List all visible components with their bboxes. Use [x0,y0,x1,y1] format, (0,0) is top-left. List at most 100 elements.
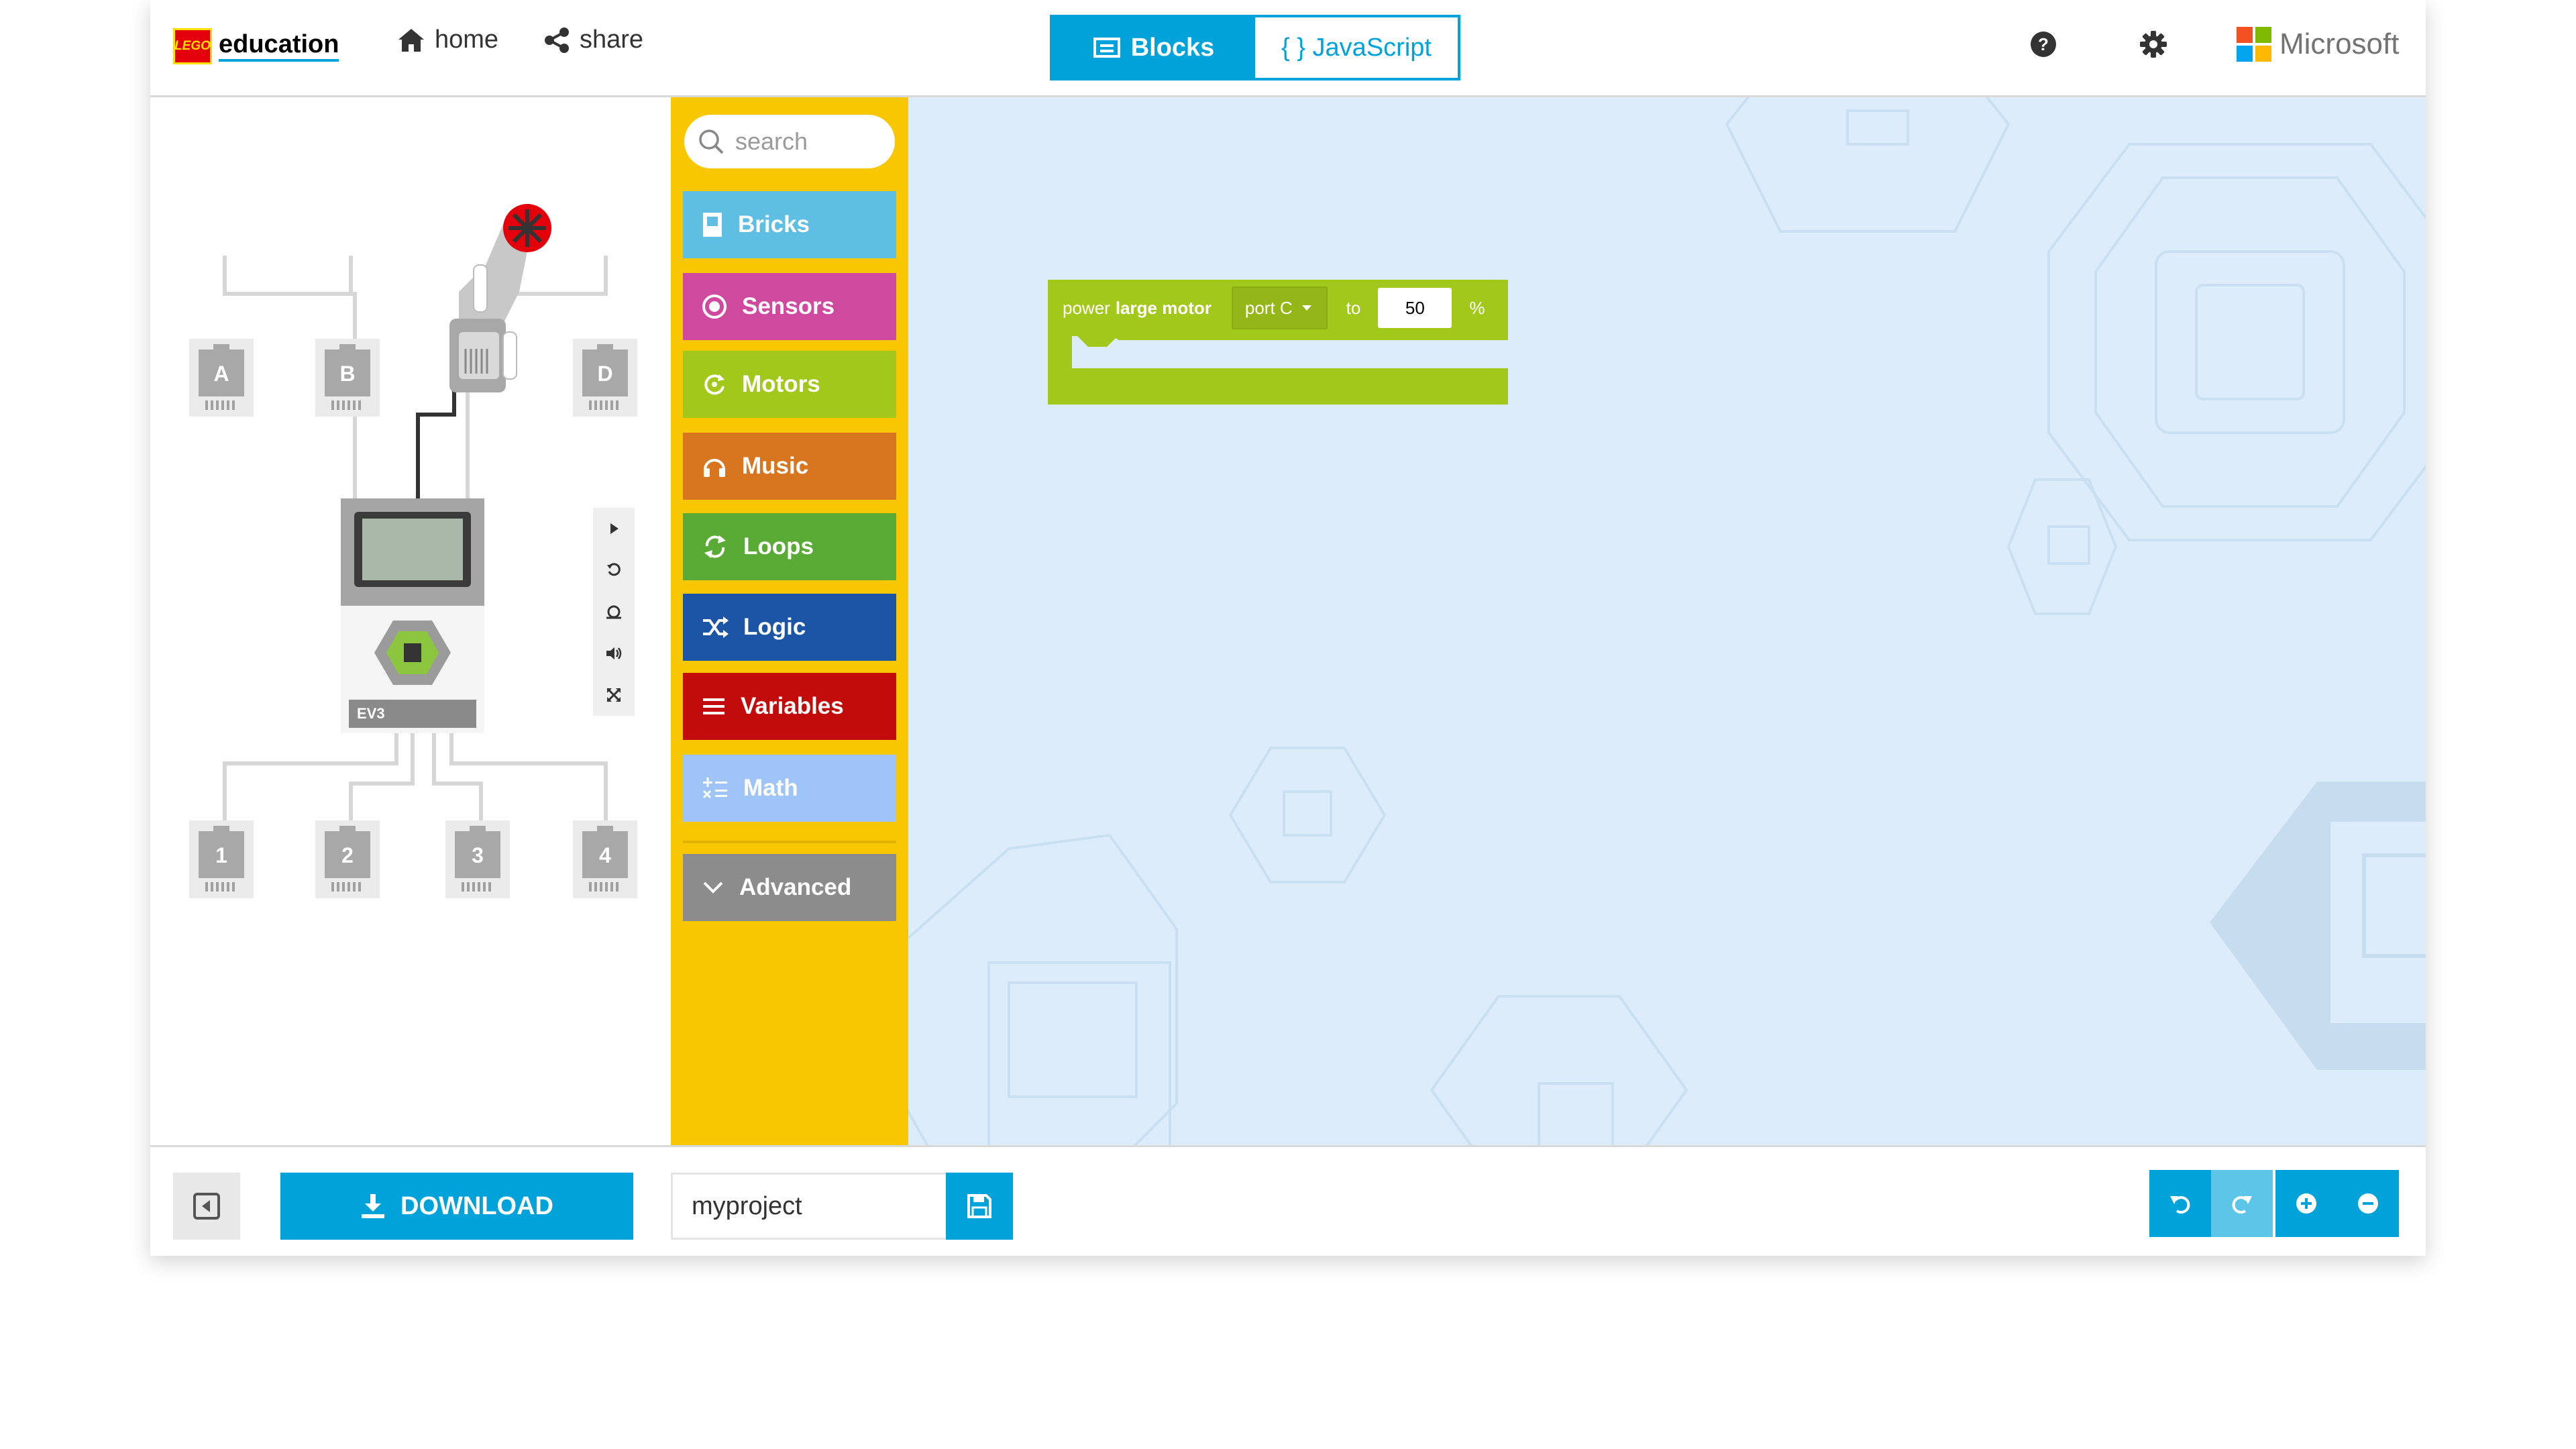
port-label: B [339,362,356,386]
workspace-background-pattern [908,97,2426,1145]
wire [349,256,353,296]
caret-down-icon [1301,305,1311,311]
zoom-out-button[interactable] [2337,1170,2399,1237]
wire [604,256,608,296]
category-motors[interactable]: Motors [683,351,896,418]
brick-screen [354,512,471,587]
project-name-field[interactable] [671,1173,946,1240]
tab-blocks[interactable]: Blocks [1053,17,1255,78]
microsoft-grid-icon [2237,27,2271,62]
restart-icon[interactable] [593,549,635,591]
help-icon[interactable]: ? [2030,31,2057,58]
category-variables[interactable]: Variables [683,673,896,740]
input-port-1[interactable]: 1 [189,820,254,898]
speed-value-input[interactable]: 50 [1378,288,1452,328]
floppy-disk-icon [967,1194,991,1218]
wire [223,761,397,765]
brick-icon [703,213,722,237]
download-button[interactable]: DOWNLOAD [280,1173,633,1240]
wire [411,733,415,786]
block-statement-slot [1072,336,1508,368]
settings-gear-icon[interactable] [2140,31,2167,58]
port-label: A [213,362,229,386]
wire [223,292,357,296]
product-name: education [219,31,339,62]
brick-buttons[interactable] [373,619,452,686]
app-window: LEGO education home share Blocks {} Jav… [150,0,2426,1256]
math-icon [702,777,727,799]
port-dropdown-value: port C [1244,297,1293,318]
category-label: Advanced [739,874,852,900]
loop-icon [704,535,726,558]
category-label: Music [742,453,809,479]
fullscreen-icon[interactable] [593,674,635,716]
save-button[interactable] [946,1173,1013,1240]
category-bricks[interactable]: Bricks [683,191,896,258]
undo-button[interactable] [2149,1170,2211,1237]
port-label: 1 [215,843,227,867]
port-label: 3 [472,843,484,867]
share-button[interactable]: share [543,25,643,54]
header: LEGO education home share Blocks {} Jav… [150,0,2426,97]
collapse-icon [193,1193,220,1220]
tab-javascript[interactable]: { } JavaScript [1255,17,1458,78]
block-unit-label: % [1469,297,1485,318]
port-dropdown[interactable]: port C [1231,286,1328,329]
redo-button[interactable] [2211,1170,2273,1237]
port-label: 2 [341,843,354,867]
home-label: home [435,25,499,54]
category-math[interactable]: Math [683,755,896,822]
zoom-in-button[interactable] [2275,1170,2337,1237]
headphones-icon [704,459,725,477]
collapse-simulator-button[interactable] [173,1173,240,1240]
output-port-b[interactable]: B [315,339,380,417]
share-icon [545,27,569,53]
category-loops[interactable]: Loops [683,513,896,580]
category-advanced[interactable]: Advanced [683,854,896,921]
wire [432,733,436,786]
output-port-a[interactable]: A [189,339,254,417]
output-port-d[interactable]: D [573,339,637,417]
editor-mode-tabs: Blocks { } JavaScript [1050,15,1460,80]
blocks-workspace[interactable]: power large motor port C to 50 % [908,97,2426,1145]
ev3-brick[interactable]: EV3 [341,498,484,733]
port-label: 4 [599,843,611,867]
search-input[interactable] [734,127,884,156]
sound-icon[interactable] [593,633,635,674]
sensor-icon [702,294,727,319]
input-port-3[interactable]: 3 [445,820,510,898]
list-icon [703,698,724,714]
wire [449,761,608,765]
toolbox-search[interactable] [684,115,895,168]
input-port-2[interactable]: 2 [315,820,380,898]
wire [394,733,398,765]
toolbox-separator [683,841,896,843]
category-sensors[interactable]: Sensors [683,273,896,340]
large-motor[interactable] [419,198,566,419]
input-port-4[interactable]: 4 [573,820,637,898]
home-button[interactable]: home [397,25,498,54]
tab-javascript-label: { } JavaScript [1281,33,1432,62]
footer-toolbar: DOWNLOAD [150,1145,2426,1256]
microsoft-logo[interactable]: Microsoft [2237,27,2399,62]
slow-mode-icon[interactable] [593,591,635,633]
shuffle-icon [703,616,729,638]
category-label: Sensors [742,293,835,319]
motor-cable [416,413,420,500]
category-music[interactable]: Music [683,433,896,500]
zoom-out-icon [2358,1193,2378,1214]
block-text-bold: large motor [1115,297,1212,318]
share-label: share [580,25,644,54]
search-icon [699,129,724,154]
block-to-label: to [1346,297,1361,318]
wire [432,782,483,786]
chevron-down-icon [703,881,723,894]
lego-education-logo[interactable]: LEGO education [173,28,339,64]
lego-logo: LEGO [173,28,212,64]
play-icon[interactable] [593,508,635,549]
toolbox: Bricks Sensors Motors Music Loops Logic … [671,97,908,1145]
category-logic[interactable]: Logic [683,594,896,661]
project-name-input[interactable] [690,1191,934,1222]
wire [449,733,453,765]
simulator-controls [593,508,635,716]
